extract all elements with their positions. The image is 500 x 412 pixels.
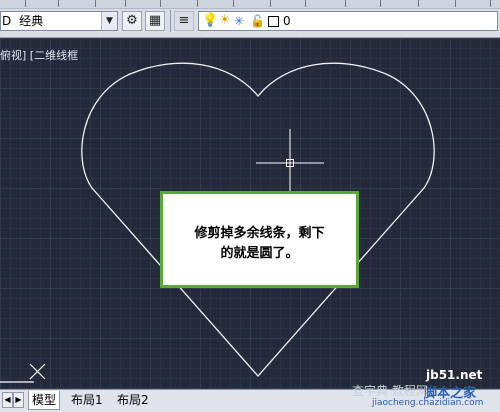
tab-model[interactable]: 模型 [28, 391, 61, 410]
toolbar-separator [170, 10, 171, 32]
tab-scroll-prev-icon[interactable]: ◀ [2, 392, 13, 408]
toolbar-top-strip [0, 0, 500, 9]
watermark-sub: 查字典 教程网 [352, 384, 428, 398]
tab-layout1[interactable]: 布局1 [68, 391, 106, 409]
callout-line-2: 的就是圆了。 [220, 246, 299, 261]
layer-dropdown[interactable]: 💡 ☀ ✳ 🔓 0 [198, 11, 498, 31]
watermark-url: jiaocheng.chazidian.com [372, 398, 484, 408]
layer-properties-button[interactable]: ≡ [174, 11, 194, 31]
workspace-prefix: D [2, 14, 12, 28]
annotation-callout: 修剪掉多余线条，剩下 的就是圆了。 [160, 191, 359, 288]
callout-line-1: 修剪掉多余线条，剩下 [194, 226, 325, 241]
tab-scroll-next-icon[interactable]: ▶ [13, 392, 24, 408]
workspace-settings-button[interactable]: ⚙ [122, 11, 142, 31]
layer-value: 0 [283, 14, 291, 28]
layer-color-swatch [268, 16, 279, 27]
layer-freeze-icon: ✳ [234, 14, 245, 28]
workspace-toolbar-button[interactable]: ▦ [145, 11, 165, 31]
sun-icon: ☀ [219, 13, 231, 28]
tab-layout2[interactable]: 布局2 [114, 391, 152, 409]
layer-stack-icon: ≡ [178, 13, 190, 28]
toolbar-area: D 经典 ▼ ⚙ ▦ ≡ 💡 ☀ ✳ 🔓 0 [0, 0, 500, 38]
crosshair-cursor-icon [256, 129, 324, 197]
watermark-site: jb51.net [426, 368, 483, 382]
gear-icon: ⚙ [126, 13, 138, 28]
toolbar-icon: ▦ [148, 13, 162, 28]
drawing-canvas[interactable]: 俯视] [二维线框 修剪掉多余线条，剩下 的就是圆了。 [0, 38, 500, 389]
chevron-down-icon[interactable]: ▼ [101, 12, 117, 30]
ucs-icon [0, 363, 46, 383]
workspace-value: 经典 [19, 14, 44, 28]
unlock-icon: 🔓 [250, 14, 265, 28]
lightbulb-icon: 💡 [202, 13, 219, 28]
workspace-dropdown[interactable]: D 经典 ▼ [0, 11, 118, 31]
